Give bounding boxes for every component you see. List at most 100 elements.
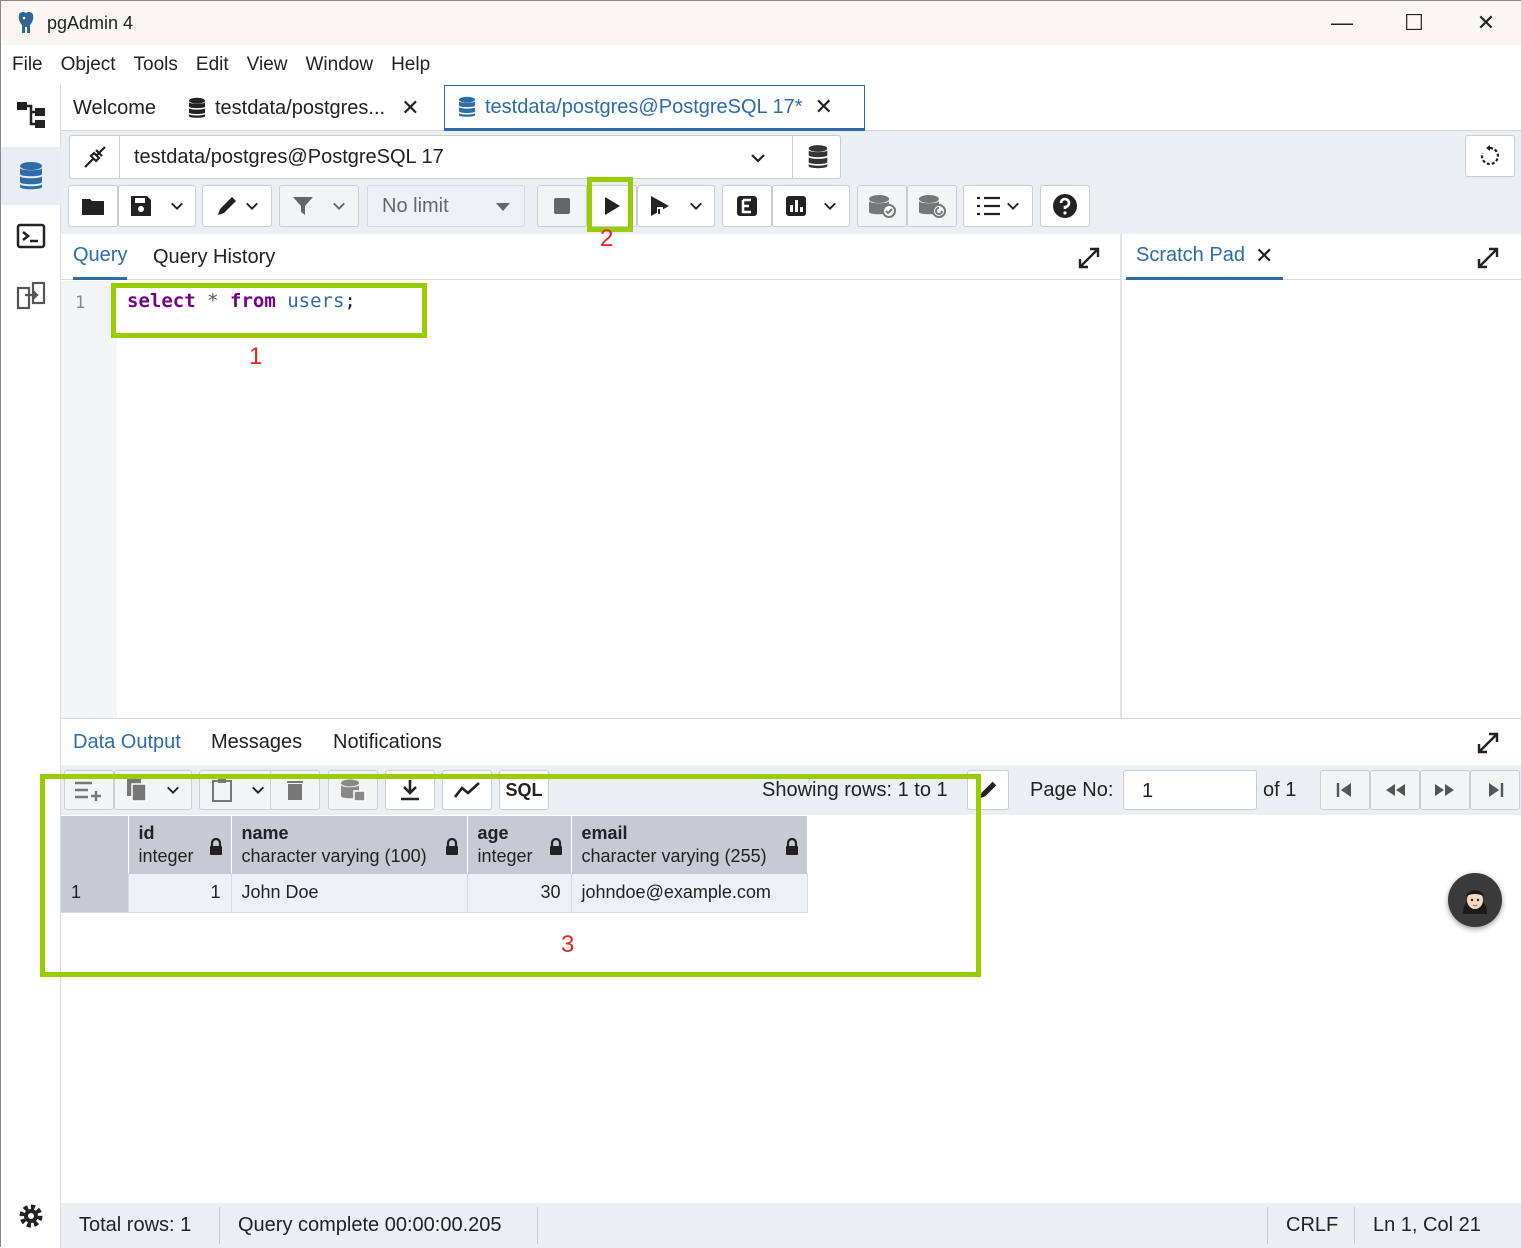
expand-icon[interactable]	[1077, 246, 1101, 270]
list-icon	[977, 196, 1000, 216]
tab-notifications[interactable]: Notifications	[333, 719, 442, 765]
avatar-icon	[1463, 890, 1487, 914]
tab-scratch-pad[interactable]: Scratch Pad ✕	[1126, 234, 1284, 280]
total-rows-text: Total rows: 1	[79, 1214, 192, 1236]
save-file-button[interactable]	[118, 185, 196, 227]
connection-selector[interactable]: testdata/postgres@PostgreSQL 17	[69, 135, 841, 179]
play-script-icon	[651, 196, 669, 216]
menu-tools[interactable]: Tools	[125, 54, 187, 76]
schema-diff-button[interactable]	[1, 267, 61, 325]
expand-icon[interactable]	[1476, 246, 1500, 270]
open-file-button[interactable]	[68, 185, 118, 227]
explain-analyze-button[interactable]	[772, 185, 850, 227]
output-tabs: Data Output Messages Notifications	[61, 719, 1521, 765]
annotation-box-1	[111, 283, 427, 338]
chevron-down-icon	[751, 154, 765, 163]
line-number: 1	[75, 293, 86, 313]
expand-icon[interactable]	[1476, 731, 1500, 755]
database-icon	[458, 96, 476, 117]
database-rollback-icon	[919, 195, 946, 218]
close-tab-icon[interactable]: ✕	[401, 95, 419, 121]
tab-query[interactable]: Query	[73, 234, 128, 280]
database-icon	[188, 97, 206, 118]
previous-page-button[interactable]	[1370, 770, 1420, 810]
pgadmin-elephant-icon	[18, 11, 34, 34]
close-tab-icon[interactable]: ✕	[815, 94, 833, 120]
tab-query-history[interactable]: Query History	[153, 234, 275, 280]
tab-data-output[interactable]: Data Output	[73, 719, 181, 765]
menu-help[interactable]: Help	[382, 54, 439, 76]
explain-icon	[737, 196, 757, 216]
page-number-label: Page No:	[1030, 779, 1114, 801]
tab-query-2[interactable]: testdata/postgres@PostgreSQL 17* ✕	[444, 85, 865, 131]
chevron-down-icon[interactable]	[823, 199, 837, 213]
annotation-label-3: 3	[561, 931, 575, 958]
maximize-button[interactable]: ☐	[1378, 1, 1450, 45]
page-number-input[interactable]: 1	[1123, 770, 1257, 810]
query-tool-button[interactable]	[1, 147, 61, 205]
rewind-icon	[1386, 784, 1405, 796]
bar-chart-icon	[786, 196, 806, 216]
psql-tool-button[interactable]	[1, 207, 61, 265]
tab-messages[interactable]: Messages	[211, 719, 302, 765]
execute-script-button[interactable]	[637, 185, 715, 227]
cursor-position-text: Ln 1, Col 21	[1373, 1214, 1481, 1236]
status-divider	[537, 1207, 538, 1244]
minimize-button[interactable]: —	[1306, 1, 1378, 45]
edit-button[interactable]	[202, 185, 272, 227]
chevron-down-icon	[333, 202, 345, 210]
explain-button[interactable]	[722, 185, 772, 227]
tab-label: Scratch Pad	[1136, 244, 1245, 266]
status-divider	[1267, 1207, 1268, 1244]
next-page-button[interactable]	[1420, 770, 1470, 810]
tab-label: Notifications	[333, 730, 442, 753]
pencil-icon	[218, 197, 236, 215]
menu-edit[interactable]: Edit	[187, 54, 238, 76]
menu-file[interactable]: File	[3, 54, 52, 76]
menu-object[interactable]: Object	[52, 54, 125, 76]
annotation-label-2: 2	[600, 225, 614, 252]
close-icon: ✕	[1476, 10, 1496, 35]
annotation-box-3	[40, 774, 981, 977]
new-connection-button[interactable]	[792, 136, 842, 178]
tab-welcome[interactable]: Welcome	[73, 85, 156, 131]
refresh-icon	[1480, 145, 1499, 166]
assistant-avatar[interactable]	[1448, 873, 1502, 927]
database-icon	[808, 145, 827, 169]
chevron-down-icon[interactable]	[170, 199, 184, 213]
object-explorer-button[interactable]	[1, 85, 61, 143]
menu-window[interactable]: Window	[297, 54, 383, 76]
settings-button[interactable]	[1, 1187, 61, 1245]
close-window-button[interactable]: ✕	[1450, 1, 1521, 45]
reset-layout-button[interactable]	[1465, 135, 1515, 177]
row-limit-select[interactable]: No limit	[367, 185, 525, 227]
tab-query-1[interactable]: testdata/postgres... ✕	[187, 85, 420, 131]
query-toolbar-area: testdata/postgres@PostgreSQL 17 No limit	[61, 131, 1521, 234]
menu-view[interactable]: View	[238, 54, 297, 76]
help-icon	[1053, 194, 1077, 218]
macros-button[interactable]	[963, 185, 1033, 227]
first-page-button[interactable]	[1320, 770, 1370, 810]
plug-icon	[83, 146, 106, 168]
schema-diff-icon	[16, 281, 46, 310]
maximize-icon: ☐	[1404, 10, 1424, 35]
last-page-button[interactable]	[1470, 770, 1520, 810]
window-title: pgAdmin 4	[47, 13, 134, 33]
cancel-query-button[interactable]	[537, 185, 587, 227]
scratch-tabs: Scratch Pad ✕	[1124, 234, 1521, 280]
filter-button[interactable]	[279, 185, 359, 227]
close-tab-icon[interactable]: ✕	[1255, 243, 1273, 269]
filter-icon	[293, 197, 313, 215]
rollback-button[interactable]	[907, 185, 957, 227]
commit-button[interactable]	[857, 185, 907, 227]
row-limit-value: No limit	[382, 194, 449, 217]
scratch-pad-editor[interactable]	[1124, 281, 1521, 718]
fast-forward-icon	[1435, 784, 1454, 796]
terminal-icon	[16, 223, 46, 249]
tab-label: Query	[73, 244, 128, 266]
chevron-down-icon[interactable]	[689, 199, 703, 213]
dropdown-arrow-icon	[496, 203, 510, 211]
tab-bar: Welcome testdata/postgres... ✕ testdata/…	[61, 85, 1521, 131]
connection-status-icon[interactable]	[70, 136, 120, 178]
help-button[interactable]	[1040, 185, 1090, 227]
